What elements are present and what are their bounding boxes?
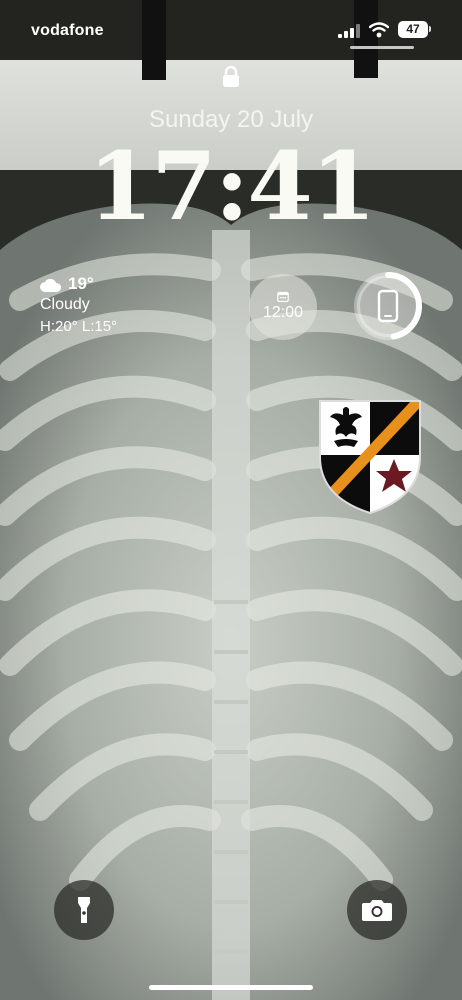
- weather-condition: Cloudy: [40, 296, 90, 313]
- club-crest-icon[interactable]: [316, 397, 424, 515]
- lock-time: 17:41: [87, 132, 376, 242]
- clock-widget[interactable]: 12:00: [249, 274, 317, 340]
- weather-high-low: H:20° L:15°: [40, 318, 118, 335]
- flashlight-icon: [78, 897, 90, 923]
- carrier-name: vodafone: [31, 22, 104, 39]
- status-indicator-line: [350, 46, 414, 49]
- lock-date: Sunday 20 July: [148, 106, 314, 133]
- camera-button[interactable]: [347, 880, 407, 940]
- calendar-icon: [277, 291, 289, 302]
- cloud-icon: [40, 278, 62, 292]
- battery-icon: 47: [398, 21, 428, 38]
- signal-icon: [338, 24, 360, 38]
- camera-icon: [362, 900, 392, 921]
- flashlight-button[interactable]: [54, 880, 114, 940]
- home-indicator[interactable]: [149, 985, 313, 990]
- battery-ring-widget[interactable]: [352, 270, 424, 342]
- wifi-icon: [369, 22, 389, 38]
- clock-widget-time: 12:00: [262, 304, 304, 321]
- weather-widget[interactable]: 19° Cloudy H:20° L:15°: [40, 274, 180, 338]
- lock-icon: [223, 66, 239, 87]
- weather-temperature: 19°: [68, 274, 94, 293]
